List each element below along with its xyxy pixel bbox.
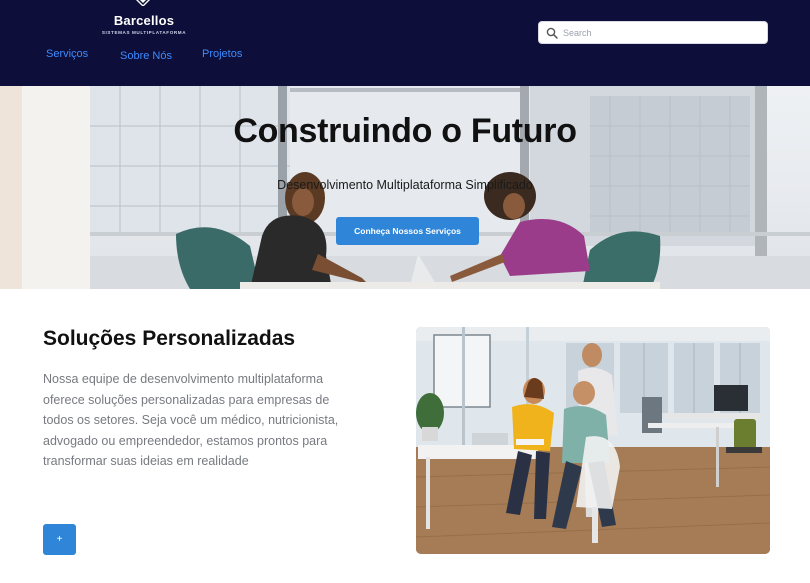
search-input[interactable] bbox=[563, 25, 761, 40]
hero-subtitle: Desenvolvimento Multiplataforma Simplifi… bbox=[277, 178, 533, 192]
nav-link-servicos[interactable]: Serviços bbox=[46, 48, 88, 60]
site-header: Barcellos SISTEMAS MULTIPLATAFORMA Servi… bbox=[0, 0, 810, 86]
solutions-title: Soluções Personalizadas bbox=[43, 327, 296, 350]
services-cta-button[interactable]: Conheça Nossos Serviços bbox=[336, 217, 479, 245]
nav-link-sobre-nos[interactable]: Sobre Nós bbox=[120, 50, 172, 62]
search-box[interactable] bbox=[538, 21, 768, 44]
hero-title: Construindo o Futuro bbox=[233, 112, 577, 150]
solutions-plus-button[interactable]: + bbox=[43, 524, 76, 555]
office-team-illustration bbox=[416, 327, 770, 554]
office-team-image bbox=[416, 327, 770, 554]
nav-link-projetos[interactable]: Projetos bbox=[202, 48, 242, 60]
brand-name: Barcellos bbox=[113, 13, 175, 28]
hero-section: Construindo o Futuro Desenvolvimento Mul… bbox=[0, 86, 810, 289]
search-icon bbox=[546, 27, 558, 39]
brand-logo[interactable]: Barcellos SISTEMAS MULTIPLATAFORMA bbox=[88, 0, 198, 40]
solutions-description: Nossa equipe de desenvolvimento multipla… bbox=[43, 372, 339, 469]
brand-tagline: SISTEMAS MULTIPLATAFORMA bbox=[101, 30, 187, 35]
logo-diamond-icon bbox=[136, 0, 150, 6]
